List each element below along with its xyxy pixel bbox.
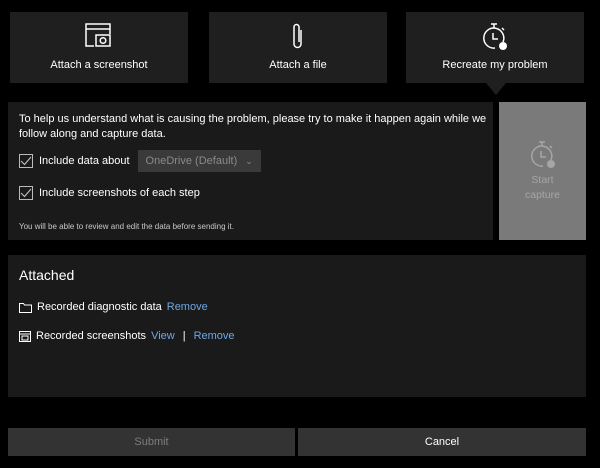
attached-panel: Attached Recorded diagnostic data Remove…: [8, 255, 586, 397]
tile-label: Attach a file: [269, 59, 327, 71]
checkmark-icon: [19, 154, 33, 168]
start-label-1: Start: [531, 174, 554, 186]
separator: |: [182, 330, 186, 342]
remove-screenshots-link[interactable]: Remove: [194, 330, 235, 342]
attached-item: Recorded screenshots View | Remove: [19, 330, 235, 342]
review-note: You will be able to review and edit the …: [19, 222, 234, 231]
paperclip-icon: [293, 23, 302, 49]
tile-label: Recreate my problem: [442, 59, 548, 71]
screenshot-camera-icon: [85, 23, 111, 47]
attached-title: Attached: [19, 267, 75, 283]
chevron-down-icon: ⌄: [245, 155, 253, 166]
include-screenshots-label: Include screenshots of each step: [39, 187, 200, 199]
cancel-button[interactable]: Cancel: [298, 428, 586, 456]
start-label-2: capture: [524, 189, 561, 201]
include-data-checkbox[interactable]: Include data about OneDrive (Default) ⌄: [19, 150, 261, 172]
app-select[interactable]: OneDrive (Default) ⌄: [137, 150, 261, 172]
stopwatch-record-icon: [530, 141, 555, 168]
attached-item-label: Recorded screenshots: [36, 330, 147, 342]
recreate-panel: To help us understand what is causing th…: [8, 102, 493, 240]
checkmark-icon: [19, 186, 33, 200]
attached-item-label: Recorded diagnostic data: [37, 301, 162, 313]
screenshots-icon: [19, 330, 31, 342]
attach-file-tile[interactable]: Attach a file: [209, 12, 387, 83]
app-select-value: OneDrive (Default): [145, 155, 238, 167]
recreate-problem-tile[interactable]: Recreate my problem: [406, 12, 584, 83]
attached-item: Recorded diagnostic data Remove: [19, 301, 208, 313]
recreate-intro: To help us understand what is causing th…: [19, 113, 487, 140]
attach-screenshot-tile[interactable]: Attach a screenshot: [10, 12, 188, 83]
view-screenshots-link[interactable]: View: [151, 330, 175, 342]
submit-button[interactable]: Submit: [8, 428, 295, 456]
selected-tile-pointer: [486, 83, 506, 95]
stopwatch-record-icon: [483, 23, 507, 50]
tile-label: Attach a screenshot: [50, 59, 148, 71]
start-capture-button[interactable]: Start capture: [499, 102, 586, 240]
folder-icon: [19, 302, 32, 313]
include-screenshots-checkbox[interactable]: Include screenshots of each step: [19, 186, 200, 200]
include-data-label: Include data about: [39, 155, 130, 167]
remove-diagnostic-link[interactable]: Remove: [167, 301, 208, 313]
